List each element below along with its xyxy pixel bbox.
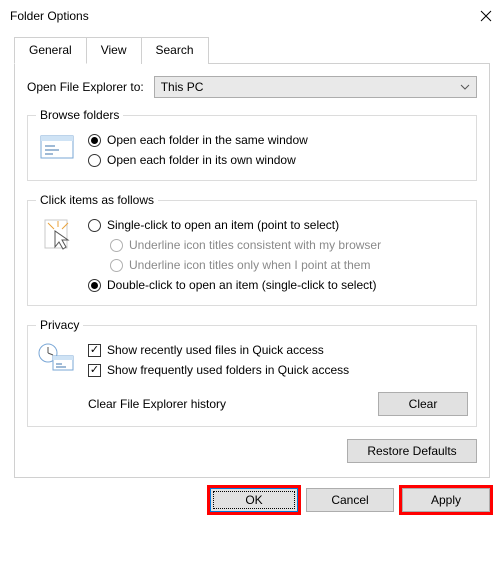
title-bar: Folder Options bbox=[0, 0, 504, 32]
radio-underline-point: Underline icon titles only when I point … bbox=[88, 255, 468, 275]
radio-same-window-label: Open each folder in the same window bbox=[107, 133, 308, 147]
tab-body-general: Open File Explorer to: This PC Browse fo… bbox=[14, 64, 490, 478]
radio-icon bbox=[88, 279, 101, 292]
browse-folders-group: Browse folders Open each folder in the s… bbox=[27, 108, 477, 181]
radio-icon bbox=[88, 134, 101, 147]
checkbox-frequent-folders[interactable]: Show frequently used folders in Quick ac… bbox=[88, 360, 468, 380]
folder-window-icon bbox=[36, 130, 78, 160]
checkbox-icon bbox=[88, 344, 101, 357]
clear-button-label: Clear bbox=[409, 397, 438, 411]
dialog-footer: OK Cancel Apply bbox=[0, 478, 504, 524]
checkbox-frequent-folders-label: Show frequently used folders in Quick ac… bbox=[107, 363, 349, 377]
radio-single-click[interactable]: Single-click to open an item (point to s… bbox=[88, 215, 468, 235]
privacy-group: Privacy Show rece bbox=[27, 318, 477, 427]
privacy-history-icon bbox=[36, 340, 78, 372]
radio-icon bbox=[110, 239, 123, 252]
radio-single-click-label: Single-click to open an item (point to s… bbox=[107, 218, 339, 232]
open-explorer-label: Open File Explorer to: bbox=[27, 80, 144, 94]
cursor-click-icon bbox=[36, 215, 78, 253]
radio-icon bbox=[110, 259, 123, 272]
tab-search-label: Search bbox=[156, 43, 194, 57]
radio-double-click[interactable]: Double-click to open an item (single-cli… bbox=[88, 275, 468, 295]
ok-button-label: OK bbox=[245, 493, 262, 507]
tab-view[interactable]: View bbox=[86, 37, 142, 64]
radio-own-window[interactable]: Open each folder in its own window bbox=[88, 150, 468, 170]
radio-icon bbox=[88, 219, 101, 232]
restore-defaults-button[interactable]: Restore Defaults bbox=[347, 439, 477, 463]
checkbox-recent-files-label: Show recently used files in Quick access bbox=[107, 343, 324, 357]
cancel-button-label: Cancel bbox=[331, 493, 368, 507]
open-explorer-value: This PC bbox=[161, 80, 204, 94]
tab-view-label: View bbox=[101, 43, 127, 57]
ok-button[interactable]: OK bbox=[210, 488, 298, 512]
radio-underline-browser-label: Underline icon titles consistent with my… bbox=[129, 238, 381, 252]
clear-button[interactable]: Clear bbox=[378, 392, 468, 416]
radio-underline-browser: Underline icon titles consistent with my… bbox=[88, 235, 468, 255]
open-explorer-row: Open File Explorer to: This PC bbox=[27, 76, 477, 98]
checkbox-recent-files[interactable]: Show recently used files in Quick access bbox=[88, 340, 468, 360]
cancel-button[interactable]: Cancel bbox=[306, 488, 394, 512]
chevron-down-icon bbox=[460, 84, 470, 90]
checkbox-icon bbox=[88, 364, 101, 377]
radio-same-window[interactable]: Open each folder in the same window bbox=[88, 130, 468, 150]
clear-history-label: Clear File Explorer history bbox=[88, 397, 226, 411]
dialog-content: General View Search Open File Explorer t… bbox=[0, 32, 504, 478]
browse-folders-legend: Browse folders bbox=[36, 108, 123, 122]
open-explorer-dropdown[interactable]: This PC bbox=[154, 76, 477, 98]
radio-icon bbox=[88, 154, 101, 167]
privacy-legend: Privacy bbox=[36, 318, 83, 332]
restore-defaults-label: Restore Defaults bbox=[367, 444, 456, 458]
apply-button-label: Apply bbox=[431, 493, 461, 507]
click-items-group: Click items as follows Single-click to o… bbox=[27, 193, 477, 306]
close-icon[interactable] bbox=[480, 10, 492, 22]
tab-general[interactable]: General bbox=[14, 37, 87, 64]
window-title: Folder Options bbox=[10, 9, 89, 23]
tab-general-label: General bbox=[29, 43, 72, 57]
apply-button[interactable]: Apply bbox=[402, 488, 490, 512]
radio-double-click-label: Double-click to open an item (single-cli… bbox=[107, 278, 376, 292]
radio-own-window-label: Open each folder in its own window bbox=[107, 153, 296, 167]
radio-underline-point-label: Underline icon titles only when I point … bbox=[129, 258, 370, 272]
click-items-legend: Click items as follows bbox=[36, 193, 158, 207]
tab-strip: General View Search bbox=[14, 36, 490, 64]
tab-search[interactable]: Search bbox=[141, 37, 209, 64]
